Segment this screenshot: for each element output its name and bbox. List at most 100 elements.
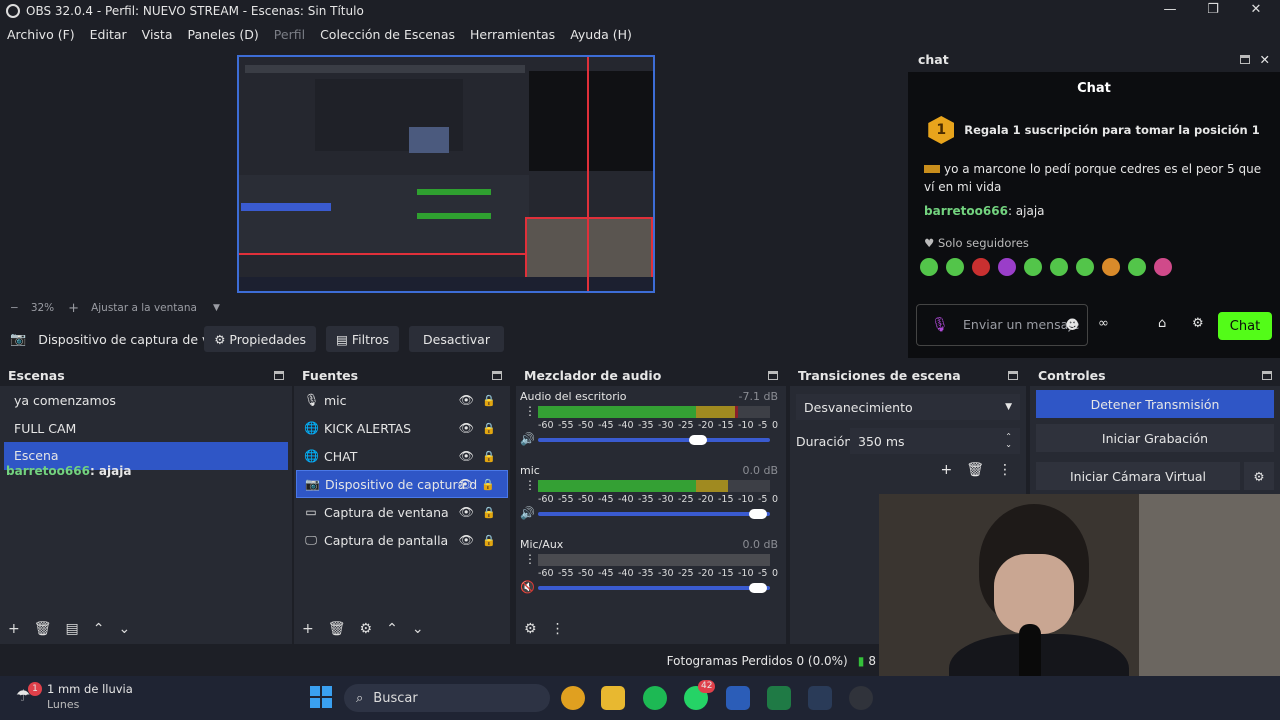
eye-icon[interactable]: 👁 [459,505,474,519]
store-icon[interactable]: ⌂ [1158,316,1166,331]
move-up-icon[interactable]: ⌃ [93,621,105,637]
emote-icon[interactable] [1076,258,1094,276]
more-icon[interactable]: ⋮ [524,478,536,492]
zoom-in-button[interactable]: + [68,301,79,316]
menu-herramientas[interactable]: Herramientas [470,27,555,42]
chat-input[interactable]: 🎙 Enviar un mensaje ☻ [916,304,1088,346]
sub-banner[interactable]: 1 Regala 1 suscripción para tomar la pos… [908,104,1280,156]
undock-icon[interactable] [1239,54,1250,64]
undock-icon[interactable] [1262,370,1272,380]
menu-coleccion[interactable]: Colección de Escenas [320,27,455,42]
scene-item[interactable]: ya comenzamos [4,386,288,414]
chat-send-button[interactable]: Chat [1218,312,1272,340]
emote-icon[interactable] [1154,258,1172,276]
chevron-down-icon[interactable]: ▼ [213,303,220,313]
gear-icon[interactable]: ⚙ [524,621,537,637]
emote-icon[interactable] [972,258,990,276]
close-icon[interactable]: ✕ [1246,2,1266,17]
taskbar-search[interactable]: ⌕ Buscar [344,684,550,712]
menu-editar[interactable]: Editar [90,27,127,42]
folder-icon[interactable] [601,686,625,710]
eye-icon[interactable]: 👁 [458,477,473,491]
lock-icon[interactable]: 🔒 [482,394,496,407]
emote-icon[interactable] [1050,258,1068,276]
eye-icon[interactable]: 👁 [459,393,474,407]
zoom-fit-select[interactable]: Ajustar a la ventana [91,302,197,314]
source-item[interactable]: ▭ Captura de ventana 👁 🔒 [296,498,508,526]
emote-icon[interactable] [946,258,964,276]
spotify-icon[interactable] [643,686,667,710]
more-icon[interactable]: ⋮ [551,621,565,637]
virtual-camera-settings-icon[interactable]: ⚙ [1244,462,1274,490]
preview-canvas[interactable] [237,55,655,293]
scene-item[interactable]: FULL CAM [4,414,288,442]
volume-slider[interactable] [538,583,770,593]
volume-slider-handle[interactable] [749,583,768,593]
gear-icon[interactable]: ⚙ [360,621,373,637]
emote-icon[interactable] [1024,258,1042,276]
source-item[interactable]: 🖵 Captura de pantalla 👁 🔒 [296,526,508,554]
move-up-icon[interactable]: ⌃ [386,621,398,637]
volume-slider[interactable] [538,509,770,519]
undock-icon[interactable] [492,370,502,380]
remove-transition-icon[interactable]: 🗑 [966,462,984,478]
remove-scene-icon[interactable]: 🗑 [34,621,52,637]
minimize-icon[interactable]: — [1160,2,1180,17]
source-item[interactable]: 🎙 mic 👁 🔒 [296,386,508,414]
chat-username[interactable]: barretoo666 [924,204,1008,218]
filters-button[interactable]: ▤ Filtros [326,326,400,352]
volume-slider-handle[interactable] [749,509,768,519]
transition-select[interactable]: Desvanecimiento ▼ [796,394,1020,420]
emote-icon[interactable] [1128,258,1146,276]
add-source-icon[interactable]: + [302,621,314,637]
zoom-out-button[interactable]: − [10,302,19,314]
undock-icon[interactable] [768,370,778,380]
more-icon[interactable]: ⋮ [524,552,536,566]
add-transition-icon[interactable]: + [940,462,952,478]
emoji-icon[interactable]: ☻ [1065,318,1079,333]
move-down-icon[interactable]: ⌄ [412,621,424,637]
excel-icon[interactable] [767,686,791,710]
menu-perfil[interactable]: Perfil [274,27,305,42]
move-down-icon[interactable]: ⌄ [118,621,130,637]
source-item[interactable]: 🌐 KICK ALERTAS 👁 🔒 [296,414,508,442]
windows-start-icon[interactable] [310,686,332,708]
lock-icon[interactable]: 🔒 [482,534,496,547]
emote-icon[interactable] [998,258,1016,276]
source-item-selected[interactable]: 📷 Dispositivo de captura d 👁 🔒 [296,470,508,498]
lock-icon[interactable]: 🔒 [482,506,496,519]
menu-archivo[interactable]: Archivo (F) [7,27,75,42]
speaker-icon[interactable]: 🔊 [520,506,535,520]
loop-icon[interactable]: ∞ [1098,316,1109,331]
steam-icon[interactable] [808,686,832,710]
mic-icon[interactable]: 🎙 [931,317,949,333]
remove-source-icon[interactable]: 🗑 [328,621,346,637]
menu-paneles[interactable]: Paneles (D) [188,27,259,42]
menu-ayuda[interactable]: Ayuda (H) [570,27,632,42]
lock-icon[interactable]: 🔒 [482,450,496,463]
duration-spinbox[interactable]: 350 ms ⌃ ⌄ [850,428,1020,454]
maximize-icon[interactable]: ❐ [1203,2,1223,17]
emote-icon[interactable] [920,258,938,276]
undock-icon[interactable] [274,370,284,380]
volume-slider[interactable] [538,435,770,445]
close-icon[interactable]: ✕ [1260,52,1270,67]
gear-icon[interactable]: ⚙ [1192,316,1204,331]
more-icon[interactable]: ⋮ [524,404,536,418]
lock-icon[interactable]: 🔒 [481,478,495,491]
eye-icon[interactable]: 👁 [459,533,474,547]
menu-vista[interactable]: Vista [142,27,173,42]
volume-slider-handle[interactable] [689,435,708,445]
virtual-camera-button[interactable]: Iniciar Cámara Virtual [1036,462,1240,490]
word-icon[interactable] [726,686,750,710]
add-scene-icon[interactable]: + [8,621,20,637]
chrome-icon[interactable] [561,686,585,710]
speaker-icon[interactable]: 🔊 [520,432,535,446]
properties-button[interactable]: ⚙ Propiedades [204,326,317,352]
spin-arrows-icon[interactable]: ⌃ ⌄ [1005,433,1012,449]
source-item[interactable]: 🌐 CHAT 👁 🔒 [296,442,508,470]
muted-speaker-icon[interactable]: 🔇 [520,580,535,594]
filter-icon[interactable]: ▤ [66,621,79,637]
obs-taskbar-icon[interactable] [849,686,873,710]
eye-icon[interactable]: 👁 [459,449,474,463]
